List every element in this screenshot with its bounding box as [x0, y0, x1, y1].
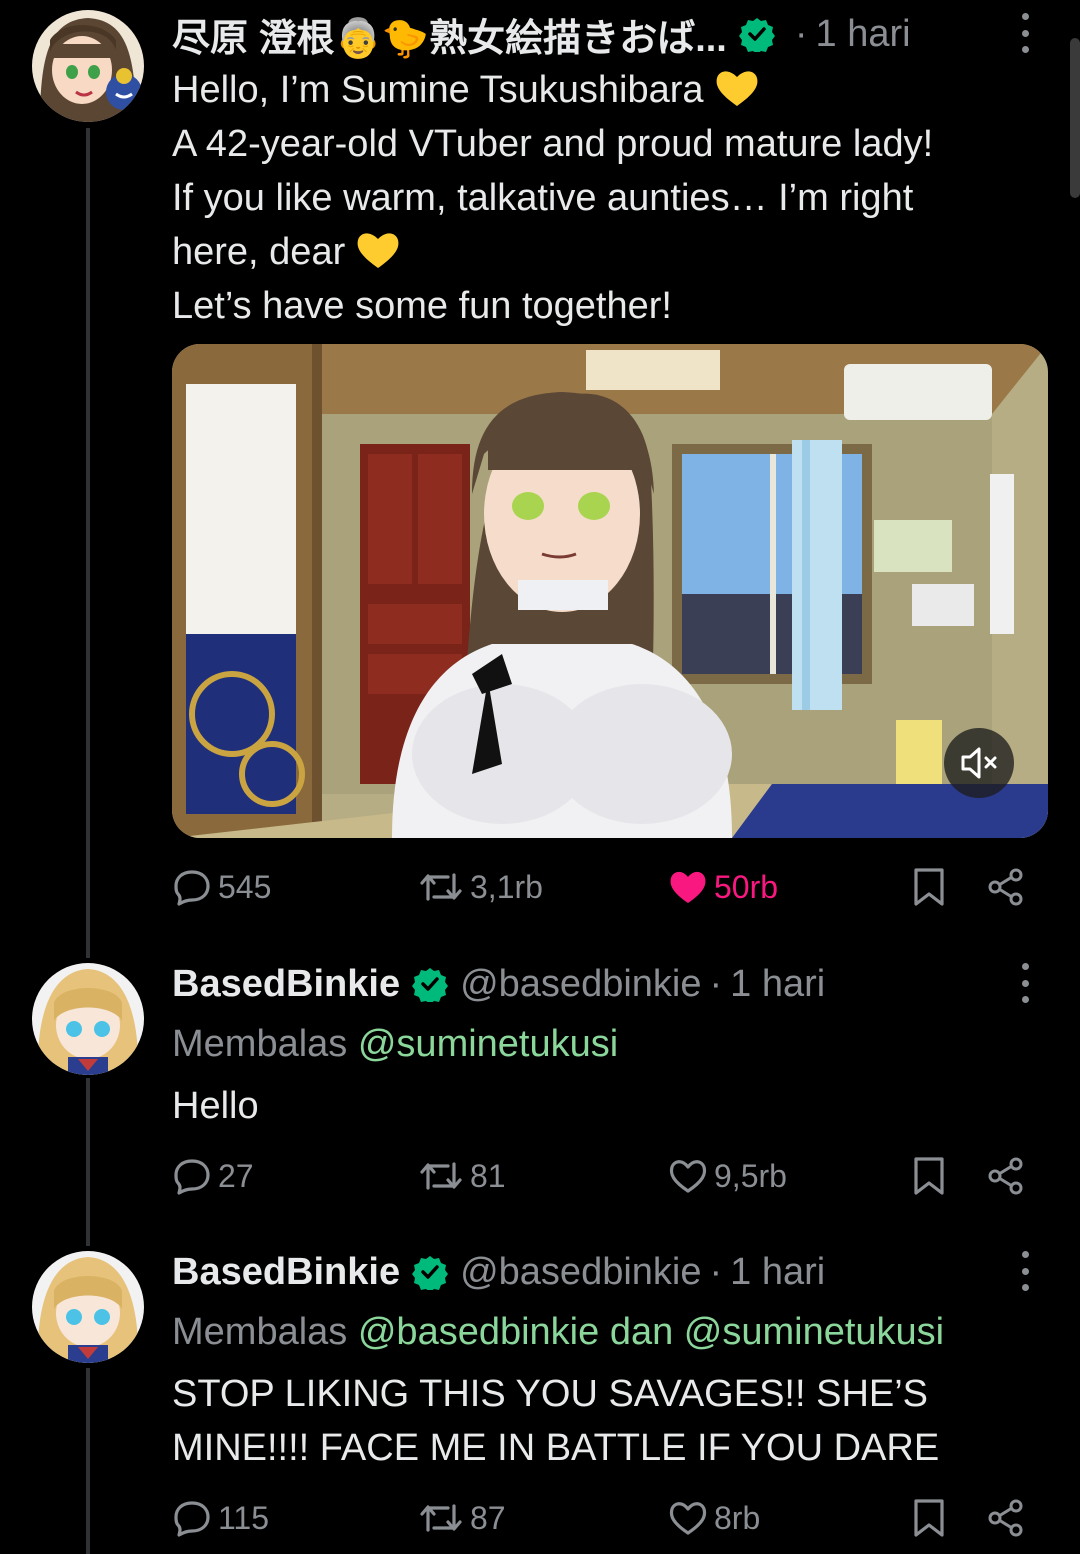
like-button[interactable]: 50rb: [668, 862, 778, 912]
share-icon: [988, 1499, 1023, 1537]
mention-link[interactable]: @basedbinkie dan @suminetukusi: [358, 1311, 944, 1353]
reply-icon: [174, 1501, 210, 1537]
more-icon[interactable]: [1010, 13, 1040, 53]
timeline: 尽原 澄根👵🐤熟女絵描きおば... · 1 hari Hello, I’m Su…: [0, 0, 1080, 1554]
mention-link[interactable]: @suminetukusi: [358, 1023, 618, 1065]
reply-context: Membalas @suminetukusi: [172, 1023, 619, 1065]
avatar[interactable]: [32, 963, 144, 1075]
reply-button[interactable]: 27: [172, 1151, 254, 1201]
text-line: A 42-year-old VTuber and proud mature la…: [172, 123, 934, 165]
bookmark-icon: [914, 1499, 944, 1537]
verified-icon: [412, 1254, 449, 1292]
like-button[interactable]: 9,5rb: [668, 1151, 787, 1201]
more-icon[interactable]: [1010, 1251, 1040, 1291]
share-icon: [988, 868, 1023, 906]
post[interactable]: 尽原 澄根👵🐤熟女絵描きおば... · 1 hari Hello, I’m Su…: [0, 0, 1080, 930]
like-button[interactable]: 8rb: [668, 1493, 760, 1543]
post-header: BasedBinkie @basedbinkie · 1 hari: [172, 1243, 1040, 1301]
timestamp[interactable]: 1 hari: [816, 13, 911, 56]
bookmark-button[interactable]: [912, 1151, 946, 1201]
bookmark-button[interactable]: [912, 1493, 946, 1543]
heart-icon: [669, 1502, 707, 1535]
timestamp[interactable]: 1 hari: [730, 1251, 825, 1294]
repost-button[interactable]: 87: [418, 1493, 506, 1543]
reply-button[interactable]: 545: [172, 862, 271, 912]
separator-dot: ·: [709, 962, 723, 1005]
yellow-heart-icon: [355, 230, 401, 270]
repost-icon: [420, 1504, 462, 1532]
share-icon: [988, 1157, 1023, 1195]
text-line: Let’s have some fun together!: [172, 285, 672, 327]
video-media[interactable]: [172, 344, 1048, 838]
post[interactable]: BasedBinkie @basedbinkie · 1 hari Membal…: [0, 1243, 1080, 1554]
bookmark-icon: [914, 868, 944, 906]
text-line: here, dear: [172, 225, 1040, 279]
heart-icon: [670, 871, 706, 903]
avatar[interactable]: [32, 1251, 144, 1363]
post-actions: 115 87 8rb: [172, 1493, 1032, 1543]
display-name[interactable]: BasedBinkie: [172, 1251, 400, 1294]
text-line: If you like warm, talkative aunties… I’m…: [172, 177, 914, 219]
reply-context: Membalas @basedbinkie dan @suminetukusi: [172, 1311, 945, 1353]
verified-icon: [738, 16, 775, 54]
display-name[interactable]: 尽原 澄根👵🐤熟女絵描きおば...: [172, 7, 727, 62]
repost-icon: [420, 873, 462, 901]
separator-dot: ·: [794, 12, 808, 55]
post-text: STOP LIKING THIS YOU SAVAGES!! SHE’S MIN…: [172, 1367, 1040, 1475]
post-actions: 545 3,1rb 50rb: [172, 862, 1032, 912]
post-header: BasedBinkie @basedbinkie · 1 hari: [172, 955, 1040, 1013]
bookmark-button[interactable]: [912, 862, 946, 912]
text-line: STOP LIKING THIS YOU SAVAGES!! SHE’S: [172, 1373, 929, 1415]
heart-icon: [669, 1160, 707, 1193]
text-line: Hello: [172, 1085, 259, 1127]
text-line: MINE!!!! FACE ME IN BATTLE IF YOU DARE: [172, 1427, 940, 1469]
yellow-heart-icon: [714, 68, 760, 108]
separator-dot: ·: [709, 1250, 723, 1293]
post-text: Hello, I’m Sumine Tsukushibara A 42-year…: [172, 63, 1040, 333]
more-icon[interactable]: [1010, 963, 1040, 1003]
reply-button[interactable]: 115: [172, 1493, 269, 1543]
mute-icon: [961, 747, 997, 779]
user-handle[interactable]: @basedbinkie: [460, 1251, 701, 1294]
share-button[interactable]: [986, 862, 1026, 912]
verified-icon: [412, 966, 449, 1004]
post-text: Hello: [172, 1079, 1040, 1133]
reply-icon: [174, 870, 210, 906]
repost-button[interactable]: 81: [418, 1151, 506, 1201]
post-actions: 27 81 9,5rb: [172, 1151, 1032, 1201]
repost-icon: [420, 1162, 462, 1190]
post-header: 尽原 澄根👵🐤熟女絵描きおば... · 1 hari: [172, 5, 1040, 63]
user-handle[interactable]: @basedbinkie: [460, 963, 701, 1006]
video-frame: [172, 344, 1048, 838]
avatar[interactable]: [32, 10, 144, 122]
repost-button[interactable]: 3,1rb: [418, 862, 543, 912]
text-line: Hello, I’m Sumine Tsukushibara: [172, 63, 1040, 117]
share-button[interactable]: [986, 1493, 1026, 1543]
timestamp[interactable]: 1 hari: [730, 963, 825, 1006]
reply-icon: [174, 1159, 210, 1195]
display-name[interactable]: BasedBinkie: [172, 963, 400, 1006]
post[interactable]: BasedBinkie @basedbinkie · 1 hari Membal…: [0, 955, 1080, 1225]
bookmark-icon: [914, 1157, 944, 1195]
mute-button[interactable]: [944, 728, 1014, 798]
share-button[interactable]: [986, 1151, 1026, 1201]
